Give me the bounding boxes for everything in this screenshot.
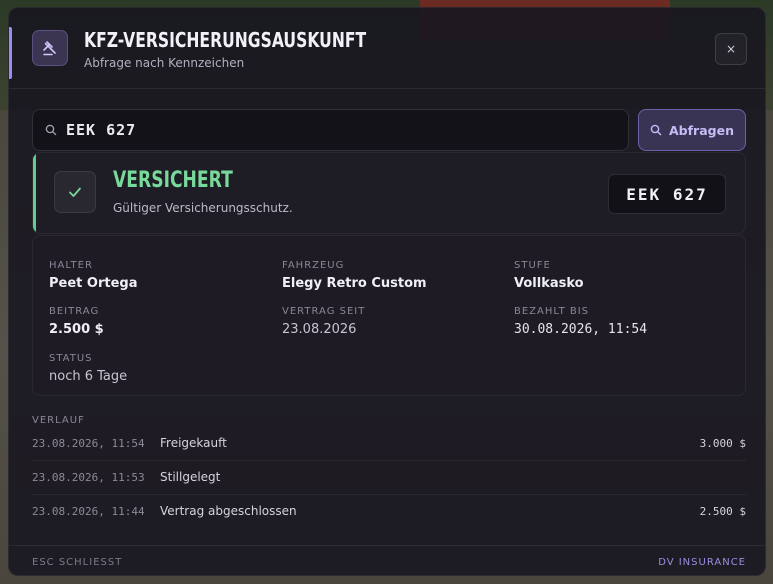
holder-label: HALTER xyxy=(49,260,93,271)
paid-until-label: BEZAHLT BIS xyxy=(514,306,590,317)
search-row: Abfragen xyxy=(32,109,746,151)
premium-label: BEITRAG xyxy=(49,306,100,317)
history-amount: 3.000 $ xyxy=(699,437,746,450)
license-plate: EEK 627 xyxy=(608,174,726,214)
contract-since-label: VERTRAG SEIT xyxy=(282,306,366,317)
close-icon: × xyxy=(725,42,737,56)
esc-hint: ESC SCHLIESST xyxy=(32,557,123,568)
vehicle-field: FAHRZEUG Elegy Retro Custom xyxy=(282,260,427,291)
vehicle-label: FAHRZEUG xyxy=(282,260,345,271)
status-label: STATUS xyxy=(49,353,93,364)
history-event: Vertrag abgeschlossen xyxy=(160,504,297,518)
history-row: 23.08.2026, 11:44 Vertrag abgeschlossen … xyxy=(32,495,746,528)
status-value: noch 6 Tage xyxy=(49,369,128,384)
vehicle-value: Elegy Retro Custom xyxy=(282,276,427,291)
insurance-status-card: VERSICHERT Gültiger Versicherungsschutz.… xyxy=(32,152,746,234)
panel-footer: ESC SCHLIESST DV INSURANCE xyxy=(9,545,765,575)
query-button[interactable]: Abfragen xyxy=(638,109,746,151)
status-description: Gültiger Versicherungsschutz. xyxy=(113,201,293,215)
page-title: KFZ-VERSICHERUNGSAUSKUNFT xyxy=(84,28,367,52)
history-event: Freigekauft xyxy=(160,436,227,450)
contract-since-field: VERTRAG SEIT 23.08.2026 xyxy=(282,306,365,337)
history-row: 23.08.2026, 11:53 Stillgelegt xyxy=(32,461,746,495)
status-stripe xyxy=(33,153,36,233)
gavel-icon xyxy=(32,30,68,66)
tier-field: STUFE Vollkasko xyxy=(514,260,584,291)
history-list: 23.08.2026, 11:54 Freigekauft 3.000 $ 23… xyxy=(32,427,746,528)
insurance-lookup-panel: KFZ-VERSICHERUNGSAUSKUNFT Abfrage nach K… xyxy=(8,7,766,576)
search-icon xyxy=(650,124,662,136)
paid-until-value: 30.08.2026, 11:54 xyxy=(514,322,648,337)
page-subtitle: Abfrage nach Kennzeichen xyxy=(84,56,245,70)
search-box xyxy=(32,109,629,151)
tier-value: Vollkasko xyxy=(514,276,584,291)
query-button-label: Abfragen xyxy=(669,122,734,138)
history-date: 23.08.2026, 11:53 xyxy=(32,471,145,484)
holder-value: Peet Ortega xyxy=(49,276,138,291)
history-label: VERLAUF xyxy=(32,415,85,426)
history-date: 23.08.2026, 11:54 xyxy=(32,437,145,450)
check-icon xyxy=(54,171,96,213)
brand-label: DV INSURANCE xyxy=(658,557,746,568)
policy-details: HALTER Peet Ortega FAHRZEUG Elegy Retro … xyxy=(32,235,746,396)
search-icon xyxy=(45,124,57,136)
premium-field: BEITRAG 2.500 $ xyxy=(49,306,104,337)
holder-field: HALTER Peet Ortega xyxy=(49,260,137,291)
status-field: STATUS noch 6 Tage xyxy=(49,353,127,384)
tier-label: STUFE xyxy=(514,260,551,271)
panel-header: KFZ-VERSICHERUNGSAUSKUNFT Abfrage nach K… xyxy=(9,8,765,89)
status-title: VERSICHERT xyxy=(113,168,233,193)
plate-search-input[interactable] xyxy=(66,118,606,142)
history-date: 23.08.2026, 11:44 xyxy=(32,505,145,518)
close-button[interactable]: × xyxy=(715,33,747,65)
paid-until-field: BEZAHLT BIS 30.08.2026, 11:54 xyxy=(514,306,647,337)
premium-value: 2.500 $ xyxy=(49,322,104,337)
contract-since-value: 23.08.2026 xyxy=(282,322,357,337)
history-amount: 2.500 $ xyxy=(699,505,746,518)
history-event: Stillgelegt xyxy=(160,470,221,484)
history-row: 23.08.2026, 11:54 Freigekauft 3.000 $ xyxy=(32,427,746,461)
